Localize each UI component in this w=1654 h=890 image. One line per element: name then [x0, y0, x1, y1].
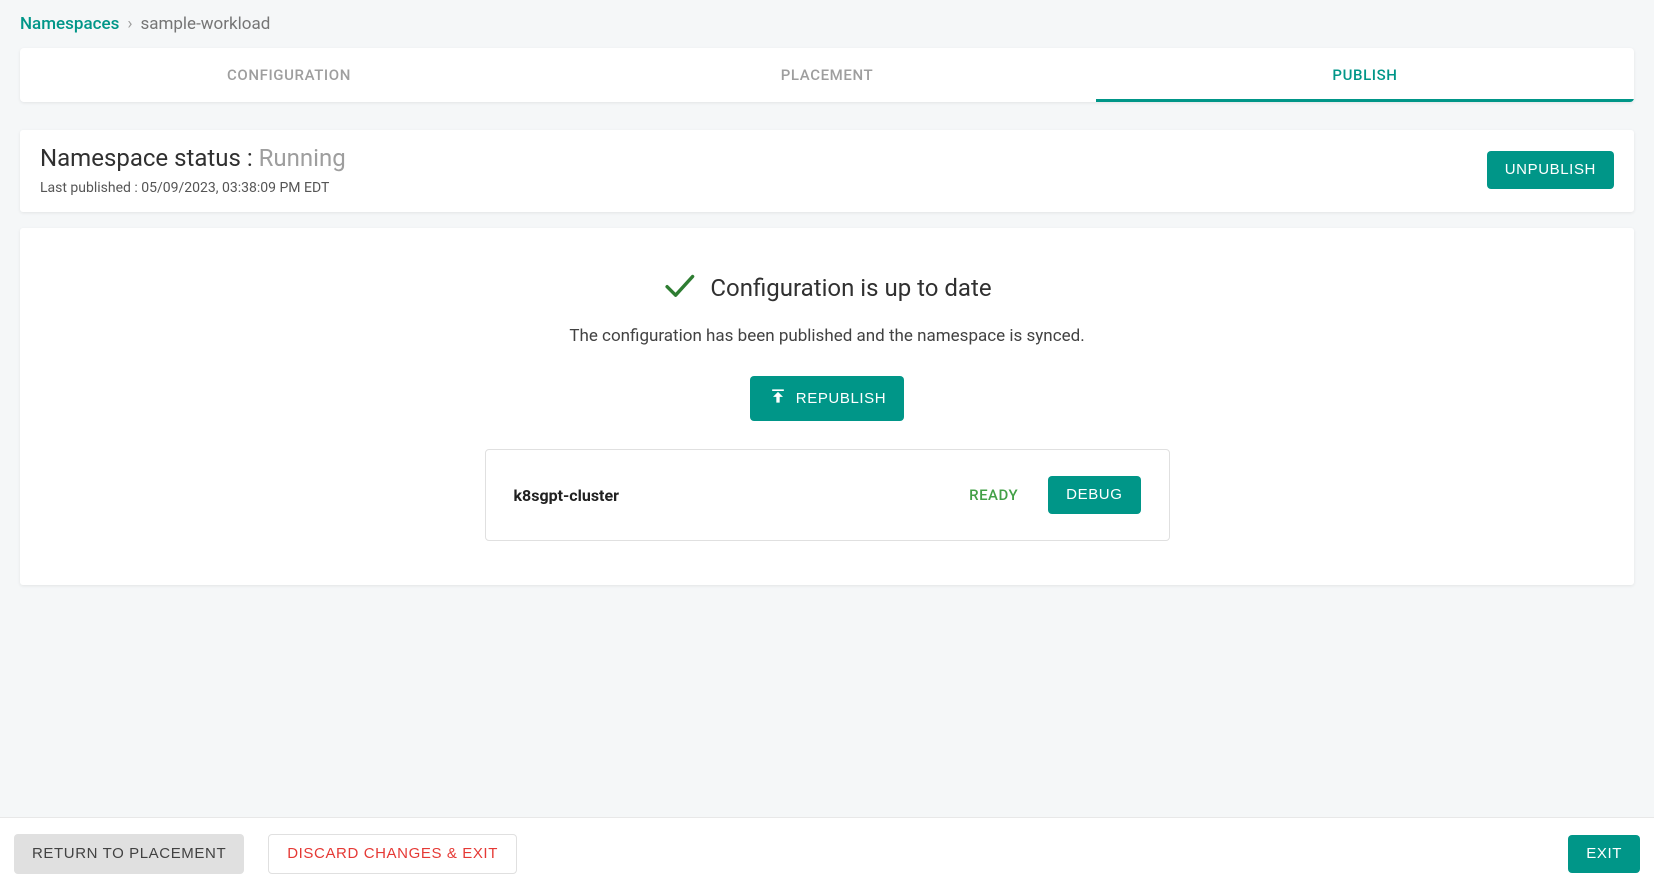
breadcrumb-current: sample-workload [140, 14, 270, 34]
last-published-line: Last published : 05/09/2023, 03:38:09 PM… [40, 180, 346, 196]
config-title-text: Configuration is up to date [710, 274, 991, 302]
cluster-card: k8sgpt-cluster READY DEBUG [485, 449, 1170, 541]
debug-button[interactable]: DEBUG [1048, 476, 1140, 514]
footer-bar: RETURN TO PLACEMENT DISCARD CHANGES & EX… [0, 817, 1654, 890]
tabs-bar: CONFIGURATION PLACEMENT PUBLISH [20, 48, 1634, 102]
unpublish-button[interactable]: UNPUBLISH [1487, 151, 1614, 189]
cluster-status: READY [969, 486, 1018, 504]
tab-placement[interactable]: PLACEMENT [558, 48, 1096, 102]
return-to-placement-button[interactable]: RETURN TO PLACEMENT [14, 834, 244, 874]
config-card: Configuration is up to date The configur… [20, 228, 1634, 585]
cluster-right: READY DEBUG [969, 476, 1140, 514]
footer-left: RETURN TO PLACEMENT DISCARD CHANGES & EX… [14, 834, 517, 874]
cluster-name: k8sgpt-cluster [514, 486, 619, 505]
config-description: The configuration has been published and… [40, 326, 1614, 346]
discard-changes-button[interactable]: DISCARD CHANGES & EXIT [268, 834, 517, 874]
config-title-row: Configuration is up to date [662, 268, 991, 308]
status-info: Namespace status : Running Last publishe… [40, 144, 346, 196]
namespace-status-heading: Namespace status : Running [40, 144, 346, 172]
check-icon [662, 268, 696, 308]
republish-label: REPUBLISH [796, 390, 886, 408]
main-content: Namespaces › sample-workload CONFIGURATI… [0, 0, 1654, 817]
namespace-status-label: Namespace status : [40, 144, 259, 172]
breadcrumb-root-link[interactable]: Namespaces [20, 14, 119, 34]
exit-button[interactable]: EXIT [1568, 835, 1640, 873]
breadcrumb-separator: › [127, 14, 132, 34]
last-published-label: Last published : [40, 180, 141, 196]
namespace-status-value: Running [259, 144, 346, 172]
status-card: Namespace status : Running Last publishe… [20, 130, 1634, 212]
tab-configuration[interactable]: CONFIGURATION [20, 48, 558, 102]
breadcrumb: Namespaces › sample-workload [20, 0, 1634, 48]
last-published-value: 05/09/2023, 03:38:09 PM EDT [141, 180, 329, 196]
republish-button[interactable]: REPUBLISH [750, 376, 904, 421]
tab-publish[interactable]: PUBLISH [1096, 48, 1634, 102]
upload-icon [768, 386, 788, 411]
